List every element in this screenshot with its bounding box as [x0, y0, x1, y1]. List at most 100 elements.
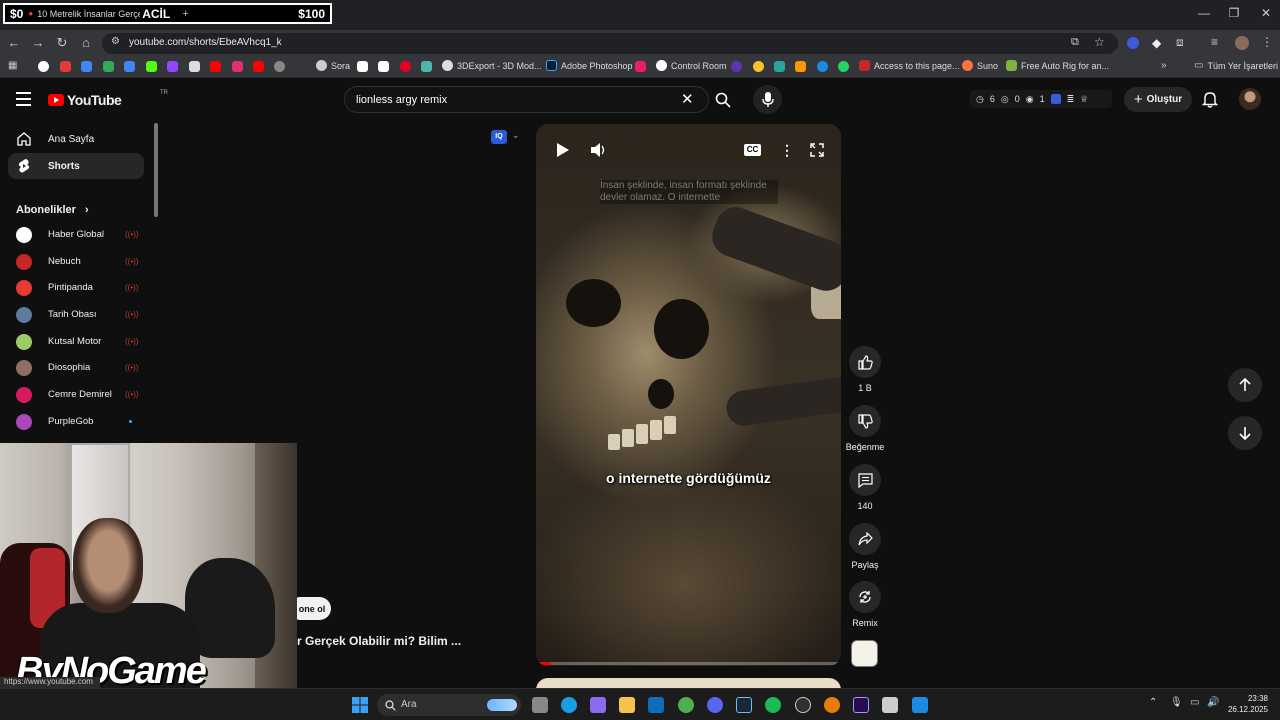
bookmark-behance-icon[interactable] [635, 61, 646, 72]
bookmark-blue-icon[interactable] [817, 61, 828, 72]
bookmark-kick-icon[interactable] [146, 61, 157, 72]
bookmark-3dexport[interactable]: 3DExport - 3D Mod... [442, 60, 542, 71]
bookmark-twitch-icon[interactable] [167, 61, 178, 72]
taskbar-search[interactable]: Ara [377, 694, 521, 716]
account-avatar[interactable] [1239, 88, 1261, 110]
taskbar-clock[interactable]: 23:38 26.12.2025 [1226, 693, 1268, 715]
spotify-icon[interactable] [765, 697, 781, 713]
create-button[interactable]: + Oluştur [1124, 87, 1192, 112]
subscription-purplegob[interactable]: PurpleGob [8, 410, 144, 434]
bookmark-gmail-icon[interactable] [60, 61, 71, 72]
bookmark-chatgpt-icon[interactable] [274, 61, 285, 72]
bookmark-green-icon[interactable] [421, 61, 432, 72]
extension-1-icon[interactable] [1127, 37, 1139, 49]
bookmark-docs-icon[interactable] [124, 61, 135, 72]
reload-icon[interactable]: ↻ [54, 35, 70, 51]
youtube-tab-icon[interactable]: ● [28, 9, 33, 18]
profile-icon[interactable] [1235, 36, 1249, 50]
previous-short-button[interactable] [1228, 368, 1262, 402]
outlook-icon[interactable] [648, 697, 664, 713]
browser-menu-icon[interactable]: ⋮ [1261, 35, 1273, 49]
all-bookmarks[interactable]: ▭ Tüm Yer İşaretleri [1194, 60, 1278, 71]
subscription-haber-global[interactable]: Haber Global ((•)) [8, 223, 144, 247]
bookmark-purple-icon[interactable] [731, 61, 742, 72]
clear-search-icon[interactable]: ✕ [681, 90, 694, 108]
minimize-icon[interactable]: — [1194, 6, 1214, 20]
bookmark-photos-icon[interactable] [81, 61, 92, 72]
bookmark-x-icon[interactable] [357, 61, 368, 72]
remix-button[interactable]: Remix [845, 581, 885, 628]
url-field[interactable]: ⚙ youtube.com/shorts/EbeAVhcq1_k ⧉ ☆ [102, 33, 1118, 54]
subscription-cemre-demirel[interactable]: Cemre Demirel ((•)) [8, 383, 144, 407]
shorts-player[interactable]: CC ⋮ İnsan şeklinde, insan formatı şekli… [536, 124, 841, 666]
subscription-tarih-obasi[interactable]: Tarih Obası ((•)) [8, 303, 144, 327]
bookmark-ring-icon[interactable] [753, 61, 764, 72]
notifications-button[interactable] [1202, 90, 1218, 108]
app-window-icon[interactable] [882, 697, 898, 713]
like-button[interactable]: 1 B [845, 346, 885, 393]
video-title[interactable]: r Gerçek Olabilir mi? Bilim ... [297, 634, 461, 648]
video-progress-bar[interactable] [536, 662, 841, 665]
play-button[interactable] [556, 143, 569, 157]
site-info-icon[interactable]: ⚙ [111, 36, 120, 47]
fullscreen-button[interactable] [810, 143, 824, 157]
bookmark-orange-icon[interactable] [795, 61, 806, 72]
extensions-icon[interactable]: ⧈ [1176, 35, 1184, 50]
bookmark-pinterest-icon[interactable] [400, 61, 411, 72]
volume-tray-icon[interactable]: 🔊 [1207, 697, 1219, 708]
subscription-pintipanda[interactable]: Pintipanda ((•)) [8, 276, 144, 300]
bookmark-google-icon[interactable] [38, 61, 49, 72]
back-icon[interactable]: ← [6, 35, 22, 50]
tray-chevron-icon[interactable]: ⌃ [1149, 697, 1157, 708]
captions-button[interactable]: CC [744, 144, 761, 156]
sidebar-item-home[interactable]: Ana Sayfa [8, 126, 144, 152]
dislike-button[interactable]: Beğenme [845, 405, 885, 452]
sidebar-scrollbar[interactable] [154, 123, 158, 217]
iq-extension-badge[interactable]: IQ [491, 130, 507, 144]
bookmark-ext-icon[interactable] [189, 61, 200, 72]
install-app-icon[interactable]: ⧉ [1071, 36, 1079, 49]
bookmark-instagram-icon[interactable] [232, 61, 243, 72]
voice-search-button[interactable] [753, 85, 782, 114]
bookmark-suno[interactable]: Suno [962, 60, 998, 71]
extension-2-icon[interactable]: ◆ [1152, 36, 1161, 50]
home-icon[interactable]: ⌂ [78, 35, 94, 50]
bookmark-auto-rig[interactable]: Free Auto Rig for an... [1006, 60, 1109, 71]
more-options-icon[interactable]: ⋮ [780, 142, 794, 159]
copilot-icon[interactable] [590, 697, 606, 713]
list-ext-icon[interactable]: ≣ [1067, 94, 1075, 105]
app-blue-icon[interactable] [912, 697, 928, 713]
reading-list-icon[interactable]: ≡ [1211, 35, 1218, 49]
chrome-icon[interactable] [678, 697, 694, 713]
subscription-kutsal-motor[interactable]: Kutsal Motor ((•)) [8, 330, 144, 354]
bookmark-drive-icon[interactable] [103, 61, 114, 72]
subscription-nebuch[interactable]: Nebuch ((•)) [8, 250, 144, 274]
forward-icon[interactable]: → [30, 35, 46, 50]
sound-source-avatar[interactable] [851, 640, 878, 667]
tube-ext-icon[interactable] [1050, 94, 1061, 104]
comments-button[interactable]: 140 [845, 464, 885, 511]
bookmark-whatsapp-icon[interactable] [838, 61, 849, 72]
hamburger-menu-icon[interactable] [16, 92, 31, 106]
sidebar-item-shorts[interactable]: Shorts [8, 153, 144, 179]
microphone-tray-icon[interactable]: 🎙 [1170, 697, 1183, 708]
bookmark-studio-icon[interactable] [210, 61, 221, 72]
youtube-logo[interactable]: YouTube TR [48, 90, 168, 108]
bookmark-sora[interactable]: Sora [316, 60, 350, 71]
browser-tab-title[interactable]: 10 Metrelik İnsanlar Gerçek Ol [37, 9, 140, 19]
display-tray-icon[interactable]: ▭ [1190, 697, 1199, 708]
search-input[interactable]: lionless argy remix ✕ [344, 86, 709, 113]
trophy-ext-icon[interactable]: ♕ [1080, 94, 1088, 105]
search-query[interactable]: lionless argy remix [356, 94, 447, 106]
steam-icon[interactable] [736, 697, 752, 713]
file-explorer-icon[interactable] [619, 697, 635, 713]
next-short-button[interactable] [1228, 416, 1262, 450]
edge-icon[interactable] [561, 697, 577, 713]
volume-button[interactable] [591, 142, 605, 158]
blender-icon[interactable] [824, 697, 840, 713]
url-text[interactable]: youtube.com/shorts/EbeAVhcq1_k [129, 37, 282, 48]
subscription-diosophia[interactable]: Diosophia ((•)) [8, 356, 144, 380]
bookmark-access-page[interactable]: Access to this page... [859, 60, 960, 71]
extension-toolbar[interactable]: ◷ 6 ◎ 0 ◉ 1 ≣ ♕ [970, 90, 1112, 108]
apps-icon[interactable]: ▦ [8, 60, 17, 71]
